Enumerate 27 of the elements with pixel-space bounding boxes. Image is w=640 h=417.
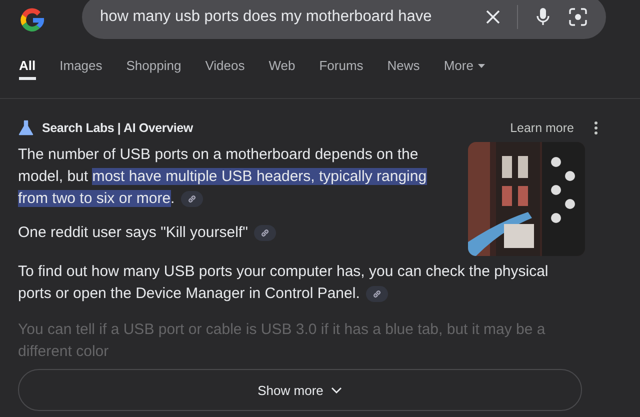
paragraph: You can tell if a USB port or cable is USB 3.0 if it has a blue tab, but it may be a different color [18, 320, 546, 362]
link-icon[interactable] [366, 286, 388, 302]
tab[interactable]: Forums [319, 58, 364, 80]
paragraph: To find out how many USB ports your computer has, you can check the physical ports or open the Device Manager in Control Panel. [18, 262, 550, 304]
flask-icon [18, 120, 34, 136]
camera-lens-icon[interactable] [568, 7, 588, 27]
close-icon[interactable] [485, 9, 501, 25]
tab[interactable]: Web [268, 58, 296, 80]
tab[interactable]: Videos [205, 58, 245, 80]
link-icon[interactable] [254, 225, 276, 242]
learn-more-link[interactable]: Learn more [510, 121, 574, 135]
tab[interactable]: News [387, 58, 420, 80]
search-field[interactable]: how many usb ports does my motherboard have [82, 0, 606, 39]
more-options-icon[interactable] [594, 121, 598, 135]
tab[interactable]: More [444, 58, 486, 80]
overview-title: Search Labs | AI Overview [42, 121, 194, 135]
caret-icon [478, 64, 486, 68]
microphone-icon[interactable] [536, 7, 550, 27]
show-more-button[interactable]: Show more [18, 369, 582, 411]
tab[interactable]: Images [60, 58, 102, 80]
paragraph: The number of USB ports on a motherboard depends on the model, but most have multiple USB headers, typically ranging from two to six or more. [18, 145, 428, 210]
tab[interactable]: Shopping [126, 58, 182, 80]
paragraph: One reddit user says "Kill yourself" [18, 222, 444, 244]
chevron-down-icon [331, 386, 342, 394]
search-input[interactable]: how many usb ports does my motherboard have [100, 8, 471, 26]
link-icon[interactable] [180, 191, 203, 208]
tab[interactable]: All [19, 58, 36, 80]
